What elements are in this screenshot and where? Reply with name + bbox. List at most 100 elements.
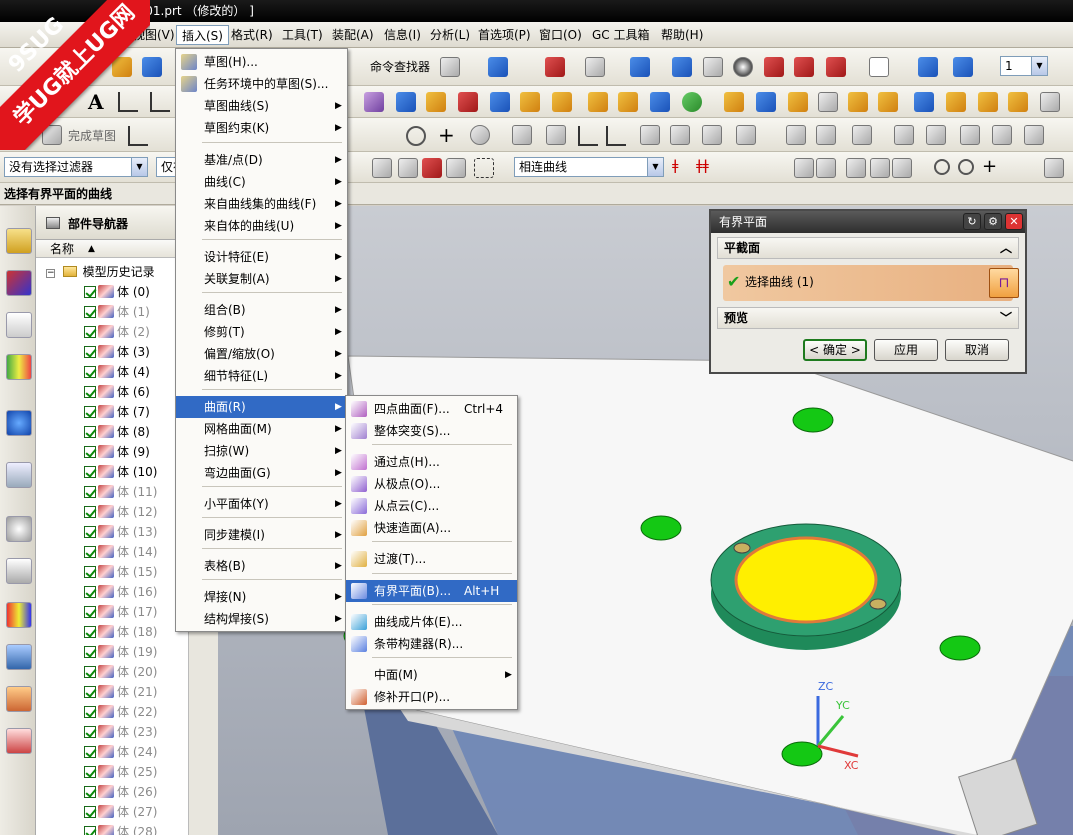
- insert-menu-item[interactable]: 草图(H)...: [176, 51, 347, 73]
- command-finder-label[interactable]: 命令查找器: [370, 58, 430, 75]
- measure-icon[interactable]: [440, 57, 460, 77]
- pattern-curve-icon[interactable]: [894, 125, 914, 145]
- tree-row-body[interactable]: 体 (22): [84, 702, 157, 722]
- tree-row-body[interactable]: 体 (6): [84, 382, 150, 402]
- visibility-checkbox[interactable]: [84, 386, 96, 398]
- layer-combo[interactable]: 1 ▼: [1000, 56, 1048, 76]
- insert-menu-item[interactable]: 焊接(N) ▶: [176, 586, 347, 608]
- insert-menu-item[interactable]: 来自曲线集的曲线(F) ▶: [176, 193, 347, 215]
- point-on-curve-icon[interactable]: [1044, 158, 1064, 178]
- tree-row-body[interactable]: 体 (26): [84, 782, 157, 802]
- insert-menu-item[interactable]: 曲线(C) ▶: [176, 171, 347, 193]
- visibility-checkbox[interactable]: [84, 606, 96, 618]
- pocket-icon[interactable]: [520, 92, 540, 112]
- insert-menu-item[interactable]: 组合(B) ▶: [176, 299, 347, 321]
- tree-row-body[interactable]: 体 (18): [84, 622, 157, 642]
- select-curve-icon[interactable]: ⊓: [989, 268, 1019, 298]
- intersection-point-icon[interactable]: [892, 158, 912, 178]
- extrude-icon[interactable]: [364, 92, 384, 112]
- tree-row-body[interactable]: 体 (19): [84, 642, 157, 662]
- visibility-checkbox[interactable]: [84, 506, 96, 518]
- insert-menu-item[interactable]: 偏置/缩放(O) ▶: [176, 343, 347, 365]
- collapse-icon[interactable]: ︿: [1000, 238, 1012, 258]
- orient-view-icon[interactable]: [585, 57, 605, 77]
- rectangle-select-icon[interactable]: [474, 158, 494, 178]
- sketch-style-icon[interactable]: [1024, 125, 1044, 145]
- menu-format[interactable]: 格式(R): [226, 25, 278, 45]
- menu-preferences[interactable]: 首选项(P): [473, 25, 536, 45]
- tree-row-body[interactable]: 体 (12): [84, 502, 157, 522]
- quadrant-point-icon[interactable]: [958, 159, 974, 175]
- insert-menu-item[interactable]: 同步建模(I) ▶: [176, 524, 347, 546]
- info-icon[interactable]: [6, 410, 32, 436]
- visibility-checkbox[interactable]: [84, 826, 96, 835]
- visibility-checkbox[interactable]: [84, 686, 96, 698]
- menu-information[interactable]: 信息(I): [379, 25, 426, 45]
- surface-menu-item[interactable]: 通过点(H)...: [346, 451, 517, 473]
- tree-row-body[interactable]: 体 (13): [84, 522, 157, 542]
- draft-icon[interactable]: [978, 92, 998, 112]
- insert-menu-item[interactable]: 曲面(R) ▶: [176, 396, 347, 418]
- cube-icon[interactable]: [672, 57, 692, 77]
- tree-row-body[interactable]: 体 (17): [84, 602, 157, 622]
- section-plane-header[interactable]: 平截面 ︿: [717, 237, 1019, 259]
- tree-row-body[interactable]: 体 (4): [84, 362, 150, 382]
- clip-section-icon[interactable]: [794, 57, 814, 77]
- web-browser-icon[interactable]: [6, 462, 32, 488]
- tree-row-body[interactable]: 体 (24): [84, 742, 157, 762]
- reset-icon[interactable]: ↻: [963, 213, 981, 230]
- mirror-curve-icon[interactable]: [786, 125, 806, 145]
- visibility-checkbox[interactable]: [84, 466, 96, 478]
- select-curve-row[interactable]: ✔ 选择曲线 (1) ⊓: [723, 265, 1019, 301]
- visibility-checkbox[interactable]: [84, 746, 96, 758]
- visibility-checkbox[interactable]: [84, 286, 96, 298]
- tree-root-model-history[interactable]: − 模型历史记录: [46, 262, 155, 282]
- surface-menu-item[interactable]: 曲线成片体(E)...: [346, 611, 517, 633]
- visibility-checkbox[interactable]: [84, 526, 96, 538]
- menu-window[interactable]: 窗口(O): [534, 25, 587, 45]
- mid-point-icon[interactable]: [846, 158, 866, 178]
- process-studio-icon[interactable]: [6, 602, 32, 628]
- control-point-icon[interactable]: [870, 158, 890, 178]
- intersection-curve-icon[interactable]: [852, 125, 872, 145]
- menu-help[interactable]: 帮助(H): [656, 25, 708, 45]
- boss-icon[interactable]: [490, 92, 510, 112]
- animate-dimension-icon[interactable]: [926, 125, 946, 145]
- surface-menu-item[interactable]: 中面(M) ▶: [346, 664, 517, 686]
- tree-row-body[interactable]: 体 (27): [84, 802, 157, 822]
- surface-menu-item[interactable]: 从点云(C)...: [346, 495, 517, 517]
- quick-extend-icon[interactable]: [606, 126, 626, 146]
- surface-menu-item[interactable]: 四点曲面(F)... Ctrl+4: [346, 398, 517, 420]
- visibility-checkbox[interactable]: [84, 546, 96, 558]
- visibility-checkbox[interactable]: [84, 486, 96, 498]
- type-filter-combo[interactable]: 没有选择过滤器 ▼: [4, 157, 148, 177]
- tree-row-body[interactable]: 体 (20): [84, 662, 157, 682]
- visibility-checkbox[interactable]: [84, 406, 96, 418]
- surface-menu-item[interactable]: 有界平面(B)... Alt+H: [346, 580, 517, 602]
- expand-icon[interactable]: ﹀: [1000, 308, 1012, 328]
- surface-menu-item[interactable]: 快速造面(A)...: [346, 517, 517, 539]
- wcs-dynamic-icon[interactable]: [953, 57, 973, 77]
- visibility-checkbox[interactable]: [84, 426, 96, 438]
- fit-view-icon[interactable]: [545, 57, 565, 77]
- gear-icon[interactable]: ⚙: [984, 213, 1002, 230]
- visibility-checkbox[interactable]: [84, 786, 96, 798]
- wcs-origin-icon[interactable]: [918, 57, 938, 77]
- select-body-icon[interactable]: [398, 158, 418, 178]
- menu-insert[interactable]: 插入(S): [176, 25, 229, 45]
- manufacturing-wizards-icon[interactable]: [6, 644, 32, 670]
- chevron-down-icon[interactable]: ▼: [1031, 57, 1047, 75]
- dimension-icon[interactable]: [702, 125, 722, 145]
- pad-icon[interactable]: [552, 92, 572, 112]
- cancel-button[interactable]: 取消: [945, 339, 1009, 361]
- curve-rule-combo[interactable]: 相连曲线 ▼: [514, 157, 664, 177]
- revolve-icon[interactable]: [426, 92, 446, 112]
- insert-menu-item[interactable]: 网格曲面(M) ▶: [176, 418, 347, 440]
- visibility-checkbox[interactable]: [84, 726, 96, 738]
- pattern-icon[interactable]: [682, 92, 702, 112]
- intersect-icon[interactable]: [788, 92, 808, 112]
- column-header-name[interactable]: 名称 ▲: [36, 240, 186, 258]
- chamfer-sketch-icon[interactable]: [512, 125, 532, 145]
- section-preview-header[interactable]: 预览 ﹀: [717, 307, 1019, 329]
- shaded-cube-icon[interactable]: [630, 57, 650, 77]
